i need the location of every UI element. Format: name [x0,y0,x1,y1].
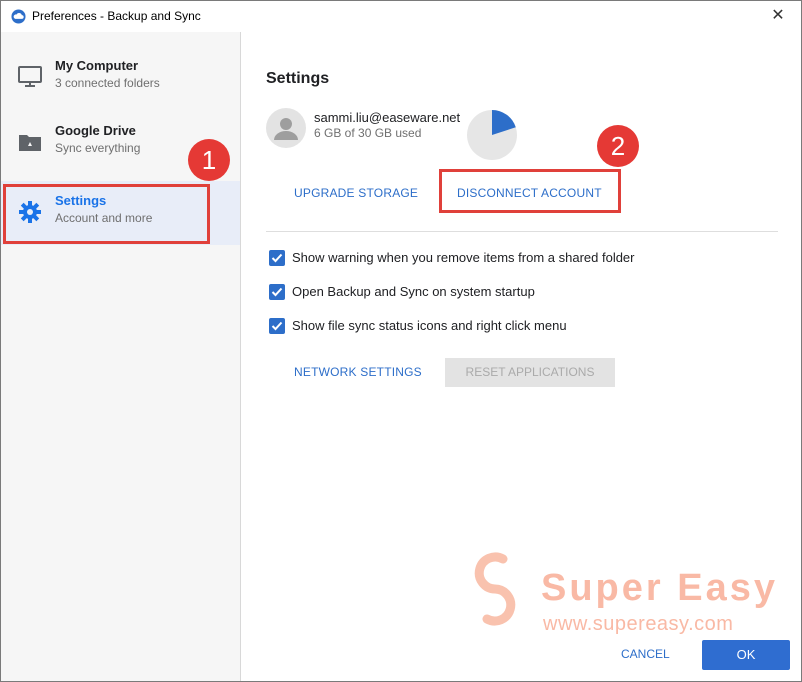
checkbox-checked[interactable] [269,318,285,334]
watermark-text: Super Easy [541,567,778,609]
drive-folder-icon [19,135,41,151]
settings-highlight-box [3,184,210,244]
disconnect-highlight-box [439,169,621,213]
ok-button[interactable]: OK [702,640,790,670]
backup-sync-cloud-icon [11,9,26,24]
checkmark-icon [271,287,283,297]
window-title: Preferences - Backup and Sync [32,9,201,23]
title-bar: Preferences - Backup and Sync ✕ [1,1,801,32]
sidebar-item-subtitle: Sync everything [55,141,141,155]
divider [266,231,778,232]
sidebar-item-my-computer[interactable]: My Computer 3 connected folders [1,46,240,110]
sidebar-item-title: Google Drive [55,123,136,138]
checkbox-checked[interactable] [269,284,285,300]
person-icon [274,118,298,140]
checkbox-label: Show warning when you remove items from … [292,250,635,265]
preferences-window: Preferences - Backup and Sync ✕ My Compu… [0,0,802,682]
step-badge-2: 2 [597,125,639,167]
avatar [266,108,306,148]
checkbox-checked[interactable] [269,250,285,266]
step-badge-1: 1 [188,139,230,181]
cancel-button[interactable]: CANCEL [621,647,670,661]
account-email: sammi.liu@easeware.net [314,110,461,125]
network-settings-button[interactable]: NETWORK SETTINGS [294,365,422,379]
monitor-icon [18,66,42,87]
sidebar: My Computer 3 connected folders Google D… [1,32,241,681]
watermark-url: www.supereasy.com [543,613,734,635]
close-icon: ✕ [771,7,785,24]
reset-applications-button[interactable]: RESET APPLICATIONS [445,358,615,387]
page-title: Settings [266,70,330,87]
storage-pie-chart [467,110,517,160]
checkmark-icon [271,321,283,331]
storage-usage: 6 GB of 30 GB used [314,126,422,140]
watermark-logo-icon [474,552,516,626]
checkmark-icon [271,253,283,263]
checkbox-label: Show file sync status icons and right cl… [292,318,567,333]
upgrade-storage-button[interactable]: UPGRADE STORAGE [294,186,418,200]
watermark: Super Easy www.supereasy.com [463,547,793,637]
checkbox-label: Open Backup and Sync on system startup [292,284,535,299]
sidebar-item-subtitle: 3 connected folders [55,76,160,90]
close-button[interactable]: ✕ [767,5,789,27]
sidebar-item-title: My Computer [55,58,139,73]
